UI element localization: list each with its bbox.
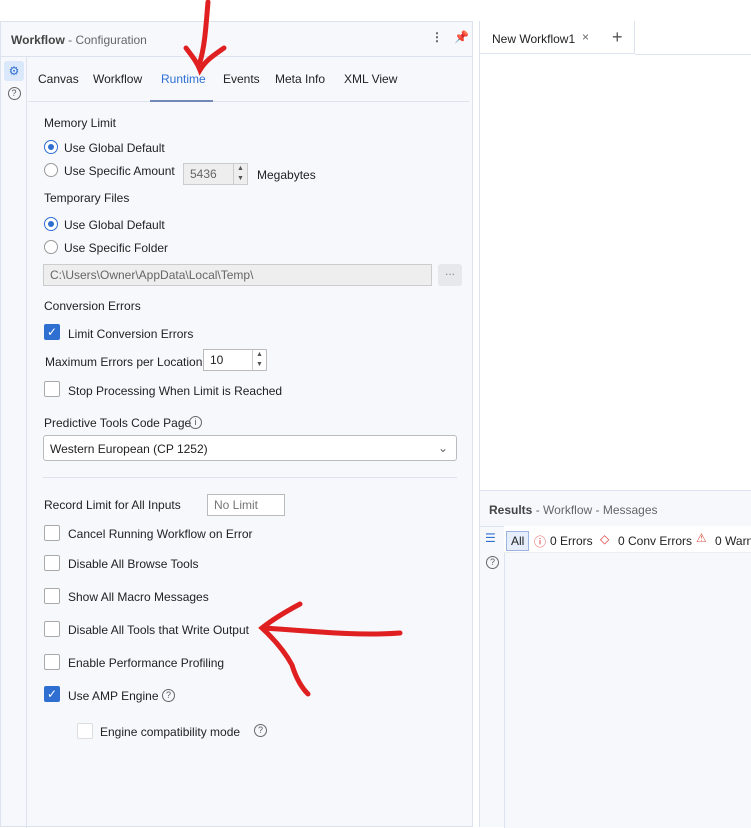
arrow-to-runtime bbox=[183, 0, 227, 76]
arrow-to-disable-output bbox=[258, 601, 403, 697]
annotation-arrows bbox=[183, 0, 403, 697]
